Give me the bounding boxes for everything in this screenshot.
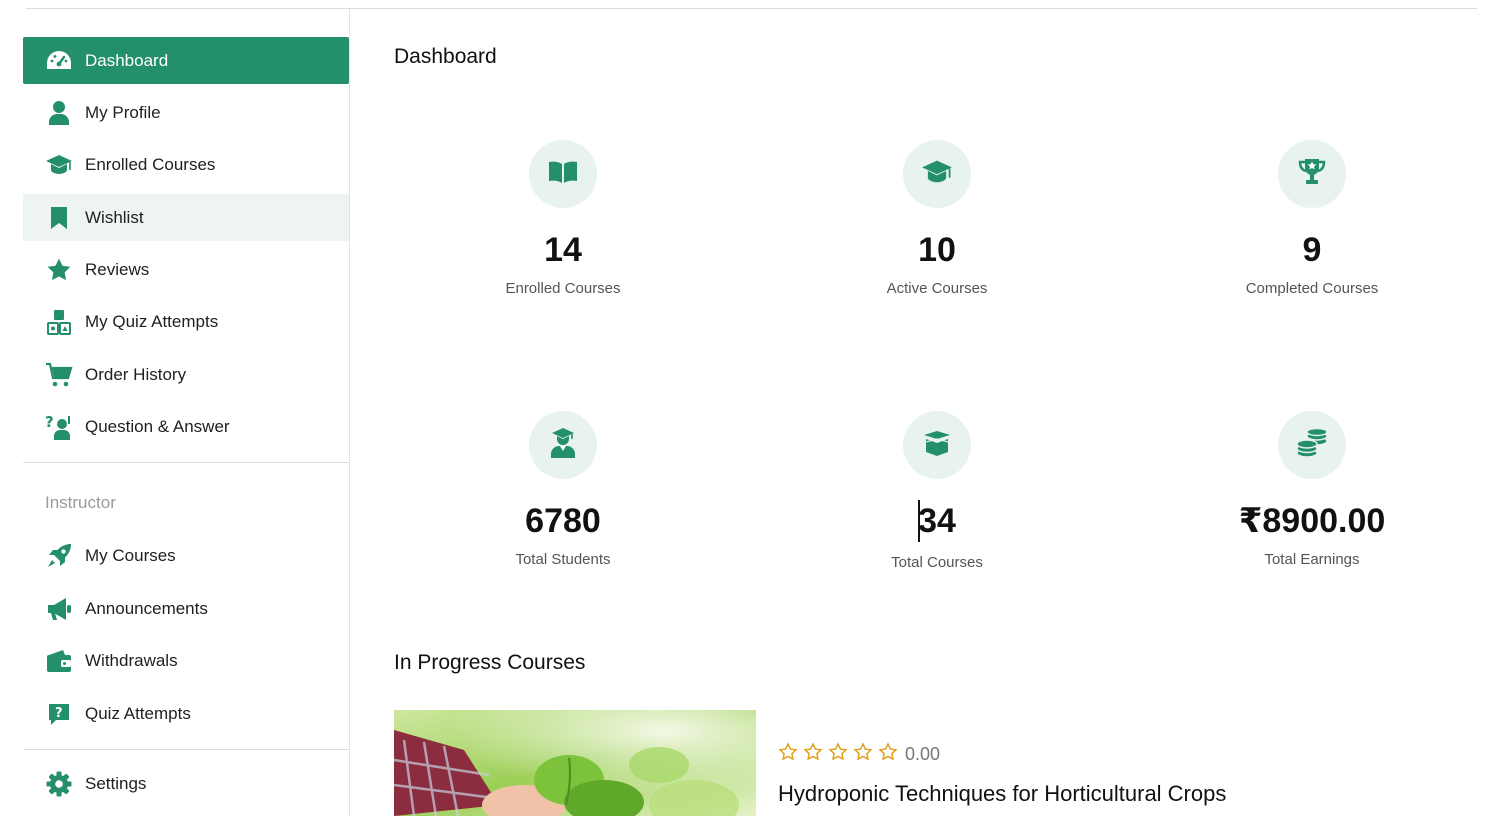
shapes-blocks-icon — [45, 308, 73, 336]
sidebar-item-label: Dashboard — [85, 50, 169, 70]
stat-total-courses: 34 Total Courses — [807, 411, 1067, 571]
svg-text:?: ? — [55, 706, 63, 721]
gear-icon — [45, 770, 73, 798]
text-cursor — [918, 500, 921, 543]
sidebar-item-label: My Courses — [85, 545, 176, 565]
rating-value: 0.00 — [905, 744, 941, 764]
sidebar-item-order-history[interactable]: Order History — [23, 351, 349, 398]
sidebar-item-label: My Quiz Attempts — [85, 311, 219, 331]
book-open-icon — [547, 159, 579, 190]
sidebar-item-label: My Profile — [85, 102, 161, 122]
stat-total-students: 6780 Total Students — [433, 411, 693, 568]
cart-icon — [45, 361, 73, 389]
star-empty-icon — [878, 742, 898, 767]
stat-value-text: 34 — [918, 502, 956, 540]
stat-label: Total Students — [515, 551, 611, 568]
stat-active-courses: 10 Active Courses — [807, 140, 1067, 297]
sidebar-item-label: Reviews — [85, 259, 150, 279]
instructor-section-title: Instructor — [45, 493, 116, 512]
sidebar-item-label: Wishlist — [85, 207, 144, 227]
sidebar-item-quiz-attempts[interactable]: ? Quiz Attempts — [23, 690, 349, 737]
sidebar-item-withdrawals[interactable]: Withdrawals — [23, 637, 349, 684]
rocket-icon — [45, 542, 73, 570]
stat-label: Active Courses — [886, 280, 988, 297]
sidebar-item-label: Settings — [85, 773, 147, 793]
star-empty-icon — [828, 742, 848, 767]
sidebar-item-my-profile[interactable]: My Profile — [23, 89, 349, 136]
stat-total-earnings: ₹8900.00 Total Earnings — [1182, 411, 1442, 568]
stat-value: 10 — [918, 231, 956, 269]
graduation-cap-icon — [45, 151, 73, 179]
stat-label: Total Earnings — [1264, 551, 1360, 568]
course-title-link[interactable]: Hydroponic Techniques for Horticultural … — [778, 781, 1226, 807]
sidebar-item-label: Question & Answer — [85, 416, 230, 436]
in-progress-title: In Progress Courses — [394, 651, 586, 674]
sidebar-item-label: Announcements — [85, 598, 208, 618]
star-empty-icon — [803, 742, 823, 767]
question-box-icon: ? — [45, 700, 73, 728]
open-box-icon — [921, 429, 953, 462]
sidebar-item-my-quiz-attempts[interactable]: My Quiz Attempts — [23, 298, 349, 345]
stat-label: Total Courses — [891, 554, 983, 572]
stat-completed-courses: 9 Completed Courses — [1182, 140, 1442, 297]
stat-icon-circle — [1278, 140, 1346, 208]
graduation-cap-icon — [921, 159, 953, 190]
star-empty-icon — [778, 742, 798, 767]
stat-value: ₹8900.00 — [1238, 502, 1386, 540]
svg-text:?: ? — [45, 413, 54, 431]
sidebar-divider — [23, 749, 349, 750]
star-icon — [45, 256, 73, 284]
trophy-icon — [1296, 156, 1328, 193]
sidebar-item-question-answer[interactable]: ? Question & Answer — [23, 403, 349, 450]
star-empty-icon — [853, 742, 873, 767]
bookmark-icon — [45, 204, 73, 232]
sidebar-item-label: Order History — [85, 364, 187, 384]
stat-icon-circle — [903, 411, 971, 479]
sidebar-item-wishlist[interactable]: Wishlist — [23, 194, 349, 241]
stat-value: 14 — [544, 231, 582, 269]
stat-value: 34 — [807, 500, 1067, 544]
stat-enrolled-courses: 14 Enrolled Courses — [433, 140, 693, 297]
sidebar-item-label: Enrolled Courses — [85, 154, 216, 174]
megaphone-icon — [45, 595, 73, 623]
sidebar-item-enrolled-courses[interactable]: Enrolled Courses — [23, 141, 349, 188]
student-icon — [548, 427, 578, 464]
stat-value: 6780 — [525, 502, 601, 540]
course-thumbnail[interactable] — [394, 710, 756, 816]
sidebar-item-label: Withdrawals — [85, 650, 178, 670]
sidebar-item-dashboard[interactable]: Dashboard — [23, 37, 349, 84]
stat-value: 9 — [1302, 231, 1322, 269]
stat-icon-circle — [529, 140, 597, 208]
stat-label: Enrolled Courses — [505, 280, 621, 297]
stat-icon-circle — [529, 411, 597, 479]
stat-label: Completed Courses — [1245, 280, 1379, 297]
sidebar-item-my-courses[interactable]: My Courses — [23, 532, 349, 579]
stat-icon-circle — [1278, 411, 1346, 479]
dashboard-gauge-icon — [45, 47, 73, 75]
sidebar-divider — [23, 462, 349, 463]
user-icon — [45, 99, 73, 127]
stat-icon-circle — [903, 140, 971, 208]
sidebar-item-announcements[interactable]: Announcements — [23, 585, 349, 632]
coins-icon — [1295, 427, 1329, 463]
sidebar-item-label: Quiz Attempts — [85, 703, 191, 723]
wallet-icon — [45, 647, 73, 675]
sidebar-item-reviews[interactable]: Reviews — [23, 246, 349, 293]
question-person-icon: ? — [45, 413, 73, 441]
sidebar: Dashboard My Profile Enrolled Courses Wi… — [23, 9, 350, 816]
course-rating: 0.00 — [778, 742, 940, 767]
sidebar-item-settings[interactable]: Settings — [23, 760, 349, 807]
page-title: Dashboard — [394, 45, 497, 68]
